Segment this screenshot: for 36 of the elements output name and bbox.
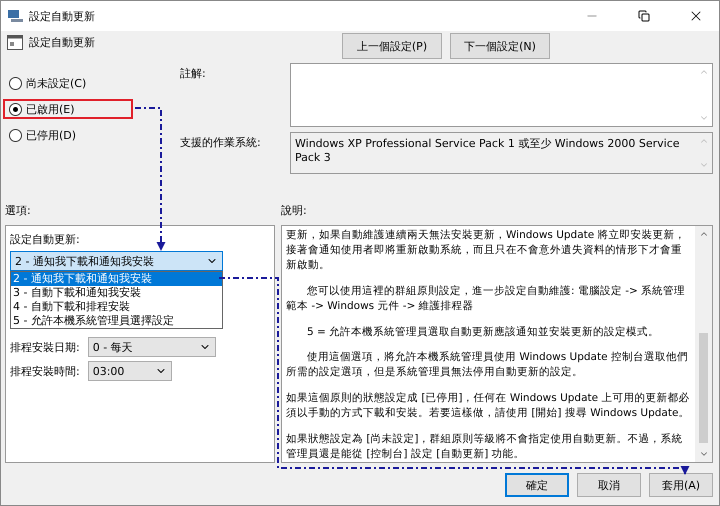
window-title: 設定自動更新 (29, 8, 96, 24)
supported-os-field: Windows XP Professional Service Pack 1 或至少 Windows 2000 Service Pack 3 (290, 132, 713, 174)
computer-icon (7, 9, 23, 23)
help-paragraph: 更新，如果自動維護連續兩天無法安裝更新，Windows Update 將立即安裝更新，接著會通知使用者即將重新啟動系統，而且只在不會意外遺失資料的情形下才會重新啟動。 (286, 228, 687, 273)
policy-icon (7, 35, 23, 50)
help-paragraph: 您可以使用這裡的群組原則設定，進一步設定自動維護: 電腦設定 -> 系統管理範本 -> Windows 元件 -> 維護排程器 (286, 284, 686, 314)
nav-button[interactable]: 上一個設定(P) (342, 33, 442, 59)
supported-os-label: 支援的作業系統: (180, 135, 262, 151)
radio-button[interactable] (9, 76, 22, 90)
radio-button[interactable] (9, 102, 22, 116)
options-label: 選項: (5, 203, 32, 218)
scrollbar[interactable] (695, 226, 712, 462)
help-label: 說明: (281, 203, 307, 218)
dropdown-option[interactable]: 2 - 通知我下載和通知我安裝 (11, 272, 222, 286)
group-label: 設定自動更新: (10, 232, 81, 247)
help-paragraph: 使用這個選項，將允許本機系統管理員使用 Windows Update 控制台選取他們所需的設定選項，但是系統管理員無法停用自動更新的設定。 (286, 350, 689, 380)
comment-label: 註解: (180, 66, 207, 82)
restore-icon (638, 10, 650, 22)
help-paragraph: 如果狀態設定為 [尚未設定]，群組原則等級將不會指定使用自動更新。不過，系統管理員還是能從 [控制台] 設定 [自動更新] 功能。 (286, 432, 684, 462)
mode-dropdown[interactable]: 2 - 通知我下載和通知我安裝 (10, 251, 223, 271)
help-paragraph: 5 = 允許本機系統管理員選取自動更新應該通知並安裝更新的設定模式。 (306, 324, 660, 340)
policy-title: 設定自動更新 (29, 35, 96, 50)
dialog-button[interactable]: 取消 (577, 473, 641, 497)
radio-label[interactable]: 尚未設定(C) (26, 76, 86, 90)
radio-button[interactable] (9, 128, 22, 142)
dialog-button[interactable]: 確定 (505, 473, 569, 497)
day-label: 排程安裝日期: (10, 340, 80, 354)
scrollbar-thumb[interactable] (699, 333, 708, 443)
nav-button[interactable]: 下一個設定(N) (450, 33, 550, 59)
time-dropdown[interactable]: 03:00 (88, 361, 172, 381)
help-paragraph: 如果這個原則的狀態設定成 [已停用]，任何在 Windows Update 上可用的更新都必須以手動的方式下載和安裝。若要這樣做，請使用 [開始] 搜尋 Windows Update。 (286, 391, 690, 422)
dialog-button[interactable]: 套用(A) (649, 473, 713, 497)
time-label: 排程安裝時間: (10, 364, 80, 378)
radio-label[interactable]: 已啟用(E) (26, 102, 75, 116)
radio-label[interactable]: 已停用(D) (26, 128, 76, 142)
day-dropdown[interactable]: 0 - 每天 (88, 337, 216, 357)
